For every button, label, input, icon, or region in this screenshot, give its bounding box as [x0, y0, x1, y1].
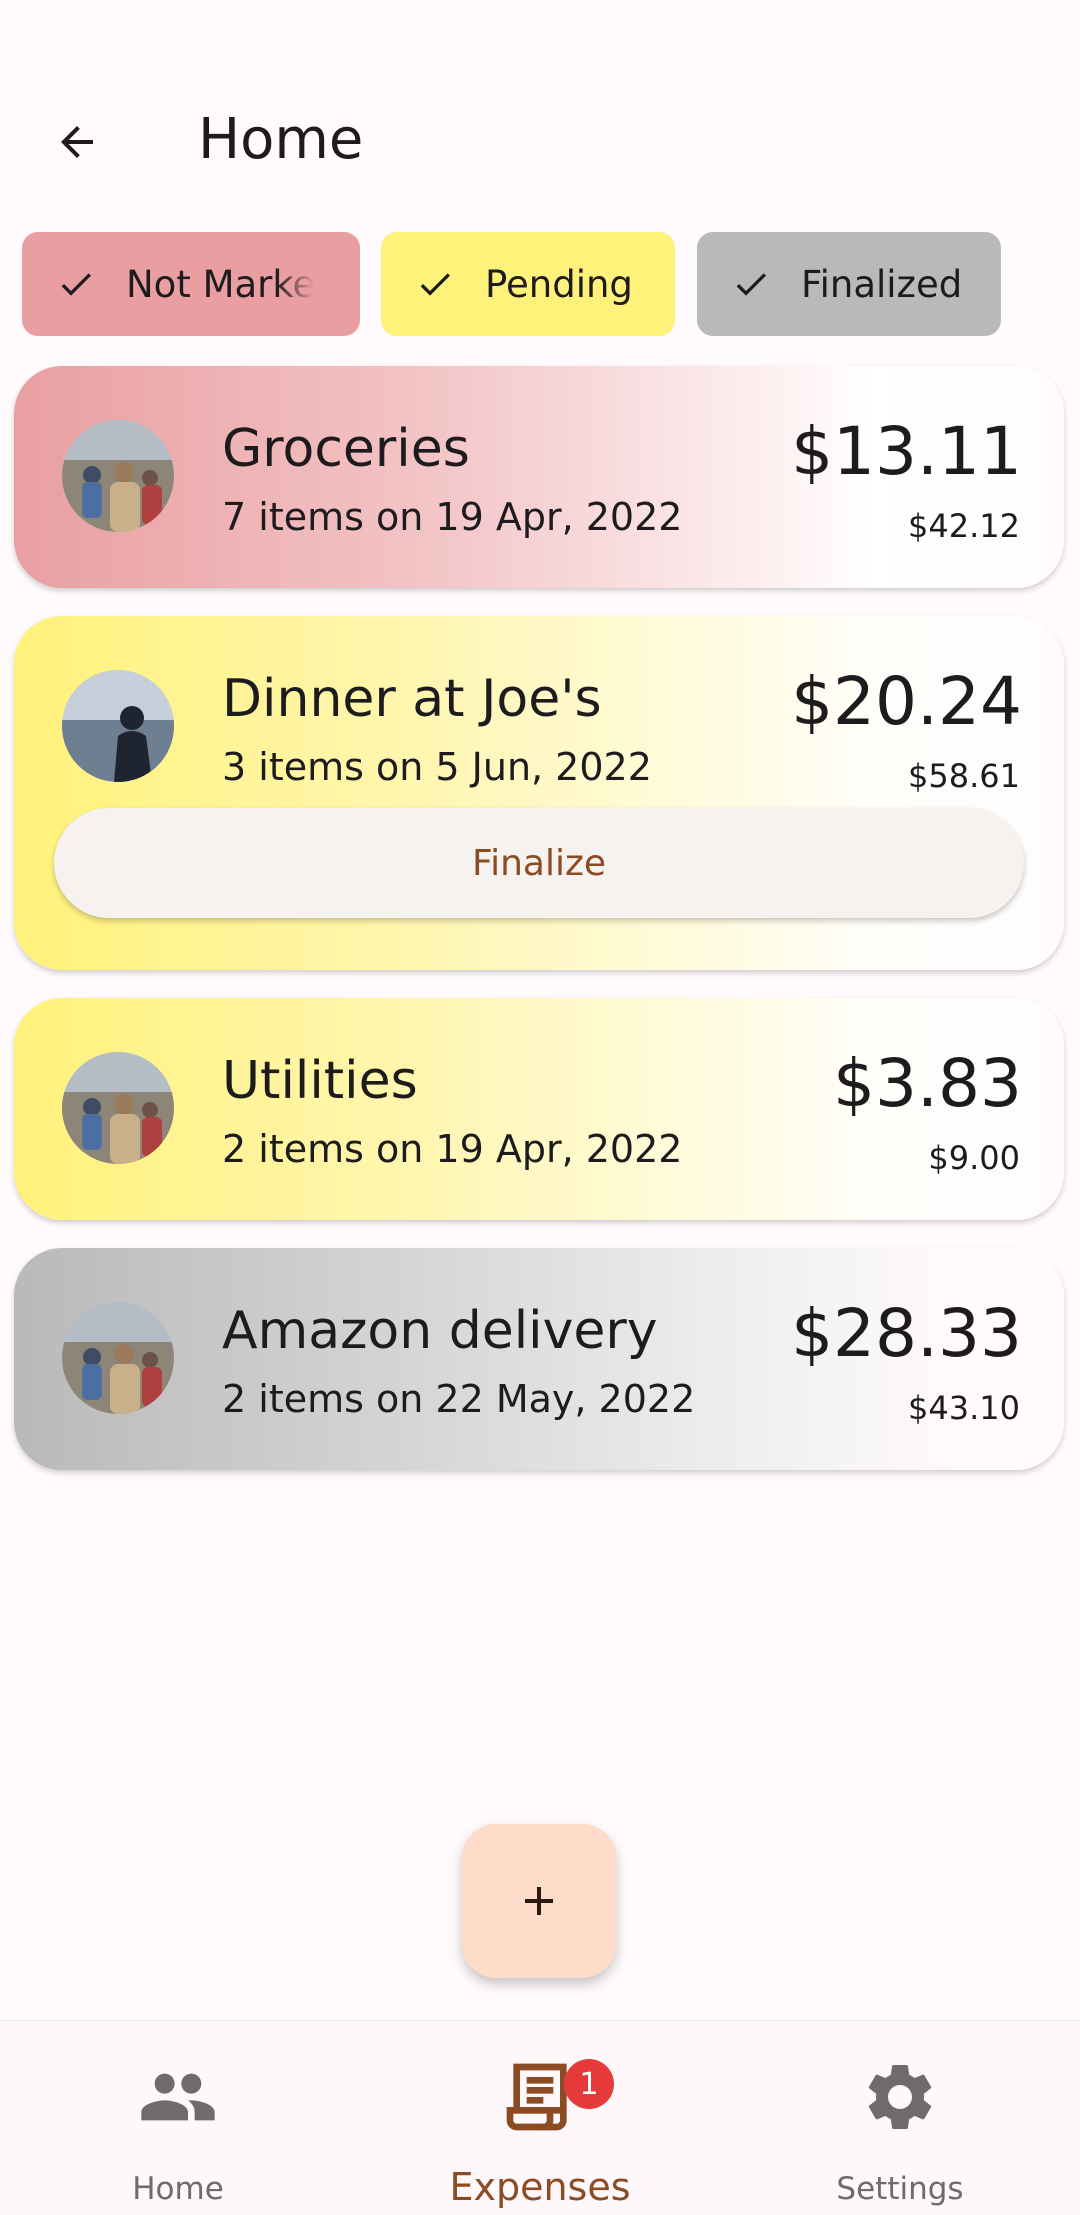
plus-icon — [525, 1887, 553, 1915]
chip-label: Pending — [485, 262, 633, 306]
expense-title: Amazon delivery — [222, 1301, 658, 1361]
nav-label: Settings — [836, 2171, 964, 2207]
nav-item-settings[interactable]: Settings — [750, 2021, 1050, 2215]
expense-total: $43.10 — [908, 1389, 1020, 1427]
expense-total: $42.12 — [908, 507, 1020, 545]
check-icon — [61, 273, 91, 296]
filter-chip-not-marked[interactable]: Not Marked — [22, 232, 360, 336]
avatar — [62, 420, 174, 532]
nav-label: Expenses — [449, 2165, 631, 2209]
avatar — [62, 1302, 174, 1414]
expense-subtitle: 2 items on 22 May, 2022 — [222, 1377, 696, 1421]
expense-card-groceries[interactable]: Groceries 7 items on 19 Apr, 2022 $13.11… — [14, 366, 1064, 588]
avatar — [62, 1052, 174, 1164]
filter-chips: Not Marked Pending Finalized — [0, 232, 1080, 338]
finalize-button[interactable]: Finalize — [54, 808, 1024, 918]
add-expense-button[interactable] — [462, 1824, 616, 1978]
arrow-left-icon — [61, 126, 93, 158]
avatar — [62, 670, 174, 782]
expense-card-amazon[interactable]: Amazon delivery 2 items on 22 May, 2022 … — [14, 1248, 1064, 1470]
nav-label: Home — [132, 2171, 224, 2207]
expense-subtitle: 7 items on 19 Apr, 2022 — [222, 495, 683, 539]
gear-icon — [868, 2065, 932, 2129]
expense-card-utilities[interactable]: Utilities 2 items on 19 Apr, 2022 $3.83 … — [14, 998, 1064, 1220]
notification-badge: 1 — [564, 2059, 614, 2109]
expense-amount: $13.11 — [791, 413, 1022, 490]
expense-amount: $3.83 — [833, 1045, 1022, 1122]
expense-subtitle: 2 items on 19 Apr, 2022 — [222, 1127, 683, 1171]
filter-chip-finalized[interactable]: Finalized — [697, 232, 1001, 336]
back-button[interactable] — [40, 110, 114, 174]
expense-title: Groceries — [222, 419, 470, 479]
expense-total: $58.61 — [908, 757, 1020, 795]
top-app-bar: Home — [0, 80, 1080, 204]
chip-label: Finalized — [801, 262, 963, 306]
nav-item-expenses[interactable]: 1 Expenses — [390, 2021, 690, 2215]
expense-title: Utilities — [222, 1051, 418, 1111]
page-title: Home — [198, 107, 364, 172]
expense-card-dinner[interactable]: Dinner at Joe's 3 items on 5 Jun, 2022 $… — [14, 616, 1064, 970]
filter-chip-pending[interactable]: Pending — [381, 232, 675, 336]
expense-amount: $20.24 — [791, 663, 1022, 740]
chip-label: Not Marked — [126, 262, 314, 306]
expense-total: $9.00 — [928, 1139, 1020, 1177]
expense-amount: $28.33 — [791, 1295, 1022, 1372]
expense-subtitle: 3 items on 5 Jun, 2022 — [222, 745, 652, 789]
people-icon — [141, 2073, 215, 2121]
nav-item-home[interactable]: Home — [28, 2021, 328, 2215]
bottom-navigation: Home 1 Expenses Settings — [0, 2020, 1080, 2215]
check-icon — [736, 273, 766, 296]
expense-title: Dinner at Joe's — [222, 669, 602, 729]
check-icon — [420, 273, 450, 296]
